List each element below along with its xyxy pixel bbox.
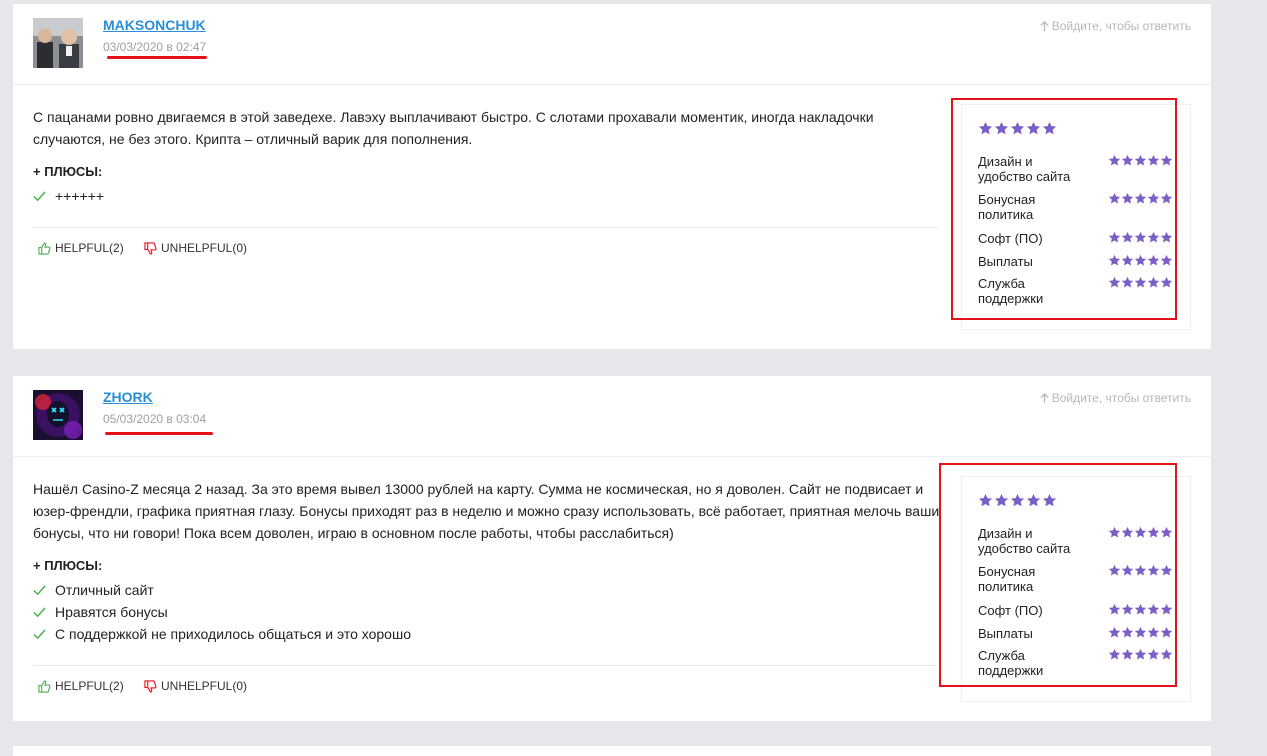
unhelpful-label: UNHELPFUL	[161, 241, 233, 255]
date-underline-annotation	[105, 432, 213, 435]
unhelpful-label: UNHELPFUL	[161, 679, 233, 693]
reply-label: Войдите, чтобы ответить	[1051, 19, 1191, 33]
thumbs-up-icon	[38, 679, 51, 693]
check-icon	[33, 190, 46, 201]
reply-link[interactable]: Войдите, чтобы ответить	[1039, 391, 1191, 405]
review-date: 05/03/2020 в 03:04	[103, 412, 207, 426]
pro-item-text: Нравятся бонусы	[55, 604, 168, 620]
pro-item: Отличный сайт	[33, 582, 154, 598]
review-card: MAKSONCHUK 03/03/2020 в 02:47 Войдите, ч…	[13, 4, 1211, 349]
check-icon	[33, 606, 46, 617]
unhelpful-button[interactable]: UNHELPFUL(0)	[144, 679, 247, 693]
pro-item-text: С поддержкой не приходилось общаться и э…	[55, 626, 411, 642]
pros-title: + ПЛЮСЫ:	[33, 558, 103, 573]
helpful-button[interactable]: HELPFUL(2)	[38, 241, 124, 255]
helpful-button[interactable]: HELPFUL(2)	[38, 679, 124, 693]
review-header: ZHORK 05/03/2020 в 03:04 Войдите, чтобы …	[13, 376, 1211, 457]
divider	[33, 227, 938, 228]
arrow-up-icon	[1040, 392, 1049, 403]
avatar[interactable]	[33, 390, 83, 440]
pro-item: ++++++	[33, 188, 104, 204]
review-text: Нашёл Casino-Z месяца 2 назад. За это вр…	[33, 481, 940, 541]
ratings-highlight-annotation	[951, 98, 1177, 320]
helpful-count: (2)	[109, 241, 124, 255]
review-header: MAKSONCHUK 03/03/2020 в 02:47 Войдите, ч…	[13, 4, 1211, 85]
review-date: 03/03/2020 в 02:47	[103, 40, 207, 54]
date-underline-annotation	[107, 56, 207, 59]
username-link[interactable]: MAKSONCHUK	[103, 17, 206, 33]
pros-title: + ПЛЮСЫ:	[33, 164, 103, 179]
review-text: С пацанами ровно двигаемся в этой заведе…	[33, 109, 874, 147]
thumbs-down-icon	[144, 241, 157, 255]
unhelpful-count: (0)	[232, 679, 248, 693]
pro-item-text: Отличный сайт	[55, 582, 154, 598]
helpful-label: HELPFUL	[55, 679, 110, 693]
check-icon	[33, 628, 46, 639]
reply-label: Войдите, чтобы ответить	[1051, 391, 1191, 405]
avatar[interactable]	[33, 18, 83, 68]
helpful-count: (2)	[109, 679, 124, 693]
thumbs-down-icon	[144, 679, 157, 693]
username-link[interactable]: ZHORK	[103, 389, 153, 405]
reply-link[interactable]: Войдите, чтобы ответить	[1039, 19, 1191, 33]
check-icon	[33, 584, 46, 595]
ratings-highlight-annotation	[939, 463, 1177, 687]
helpful-label: HELPFUL	[55, 241, 110, 255]
unhelpful-count: (0)	[232, 241, 248, 255]
review-card	[13, 746, 1211, 756]
thumbs-up-icon	[38, 241, 51, 255]
pro-item: Нравятся бонусы	[33, 604, 168, 620]
divider	[33, 665, 938, 666]
review-card: ZHORK 05/03/2020 в 03:04 Войдите, чтобы …	[13, 376, 1211, 721]
arrow-up-icon	[1040, 20, 1049, 31]
pro-item-text: ++++++	[55, 188, 105, 204]
unhelpful-button[interactable]: UNHELPFUL(0)	[144, 241, 247, 255]
pro-item: С поддержкой не приходилось общаться и э…	[33, 626, 411, 642]
